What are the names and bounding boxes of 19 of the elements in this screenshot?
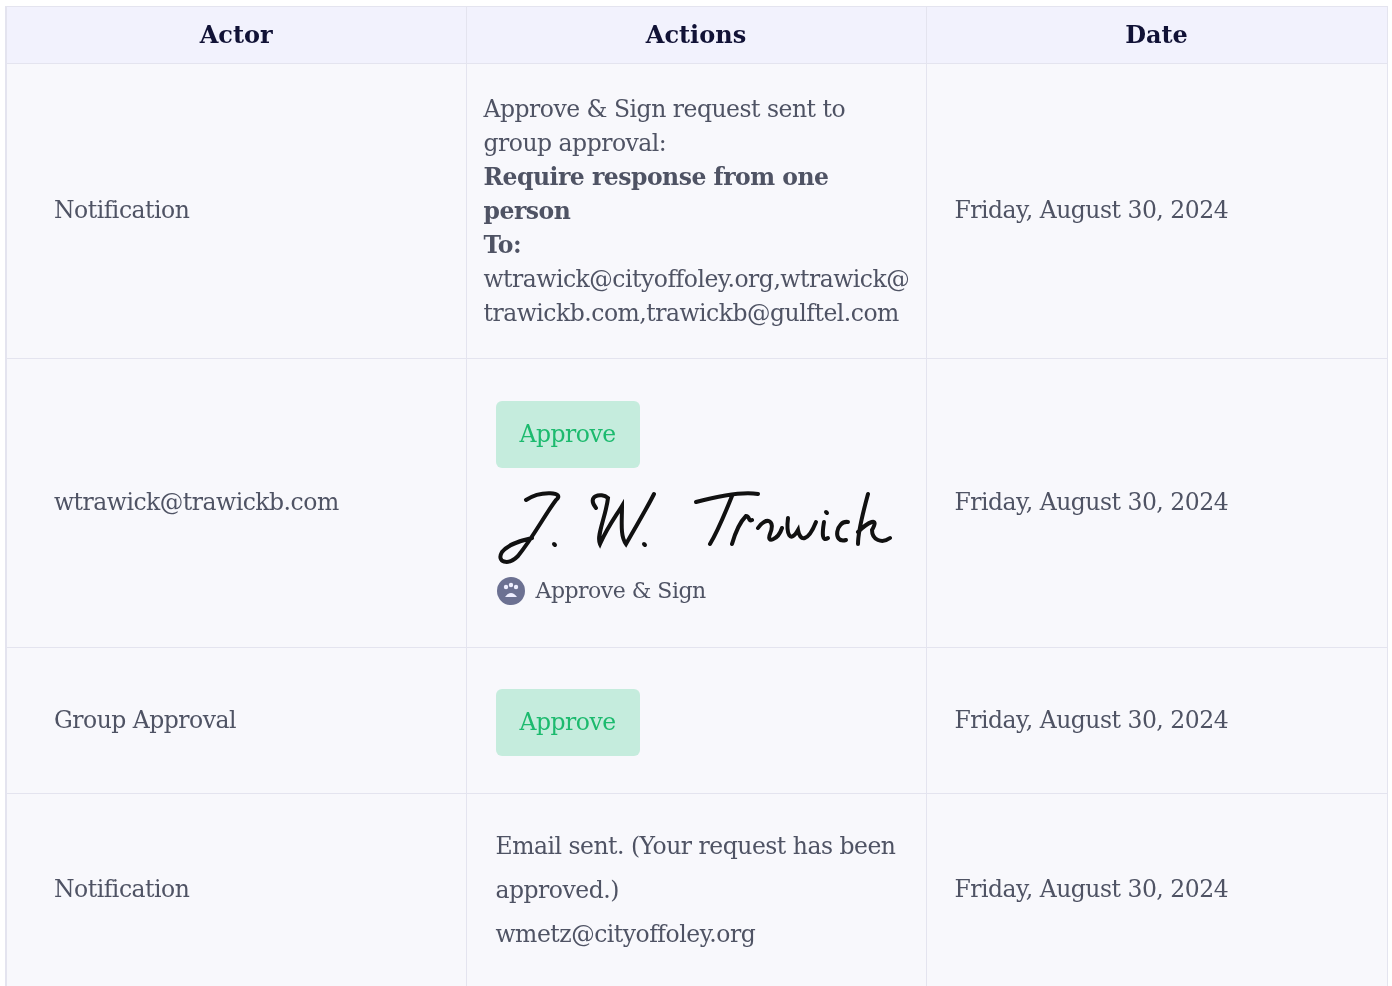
table-cell: Notification [6, 63, 466, 359]
table-cell: wtrawick@trawickb.com [6, 358, 466, 648]
signature-label: Approve & Sign [535, 576, 706, 605]
status-badge: Approve [495, 689, 640, 756]
table-cell: Friday, August 30, 2024 [926, 647, 1387, 794]
action-text: Email sent. (Your request has been approved.) [494, 831, 897, 906]
action-text: wtrawick@cityoffoley.org,wtrawick@trawickb.com,trawickb@gulftel.com [483, 264, 910, 329]
column-header: Actions [466, 6, 926, 64]
table-cell: Group Approval [6, 647, 466, 794]
table-cell: Friday, August 30, 2024 [926, 358, 1387, 648]
column-header: Actor [6, 6, 466, 64]
action-text: To: [483, 230, 523, 261]
action-text: Require response from one person [483, 162, 830, 227]
status-badge: Approve [495, 400, 640, 468]
group-icon [495, 575, 526, 606]
action-text: Approve & Sign request sent to group approval: [483, 94, 847, 159]
column-header: Date [926, 6, 1387, 64]
table-cell: Friday, August 30, 2024 [926, 63, 1387, 359]
action-text: wmetz@cityoffoley.org [494, 919, 757, 950]
